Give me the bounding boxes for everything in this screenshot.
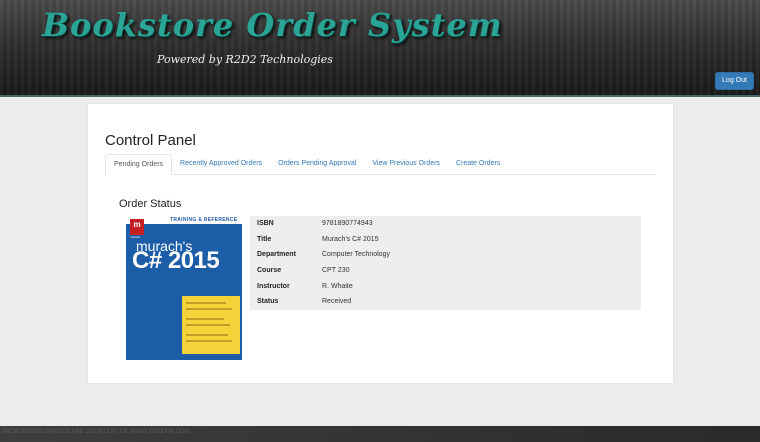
- detail-value: CPT 230: [322, 267, 350, 275]
- publisher-logo-icon: m: [130, 219, 144, 235]
- detail-label: Title: [257, 235, 272, 243]
- detail-row-isbn: ISBN 9781890774943: [250, 216, 641, 232]
- cover-text-line: [186, 302, 226, 304]
- detail-row-course: Course CPT 230: [250, 263, 641, 279]
- tab-orders-pending-approval[interactable]: Orders Pending Approval: [270, 154, 364, 174]
- detail-label: Department: [257, 251, 296, 259]
- order-details-table: ISBN 9781890774943 Title Murach's C# 201…: [250, 216, 641, 310]
- cover-text-line: [186, 308, 232, 310]
- control-panel: Control Panel Pending Orders Recently Ap…: [88, 104, 673, 383]
- detail-value: R. Whaite: [322, 282, 353, 290]
- footer-credit: BACKGROUND IMAGES ARE COURTESY OF WWW.FR…: [2, 429, 190, 435]
- cover-band-text: TRAINING & REFERENCE: [170, 217, 238, 223]
- cover-text-line: [186, 340, 232, 342]
- detail-row-title: Title Murach's C# 2015: [250, 232, 641, 248]
- detail-row-department: Department Computer Technology: [250, 247, 641, 263]
- cover-text-line: [186, 318, 224, 320]
- detail-row-instructor: Instructor R. Whaite: [250, 279, 641, 295]
- tab-recently-approved-orders[interactable]: Recently Approved Orders: [172, 154, 270, 174]
- detail-label: Status: [257, 298, 279, 306]
- order-status-heading: Order Status: [119, 198, 182, 210]
- cover-feature-box: [182, 296, 240, 354]
- footer: BACKGROUND IMAGES ARE COURTESY OF WWW.FR…: [0, 426, 760, 442]
- cover-text-line: [186, 324, 230, 326]
- page-title: Control Panel: [105, 132, 196, 149]
- detail-value: Computer Technology: [322, 251, 390, 259]
- detail-label: Course: [257, 267, 282, 275]
- cover-text-line: [186, 334, 228, 336]
- detail-value: 9781890774943: [322, 220, 373, 227]
- detail-value: Murach's C# 2015: [322, 235, 379, 243]
- detail-value: Received: [322, 298, 352, 306]
- app-logo-title: Bookstore Order System: [42, 6, 503, 44]
- tab-view-previous-orders[interactable]: View Previous Orders: [364, 154, 448, 174]
- tab-pending-orders[interactable]: Pending Orders: [105, 154, 173, 175]
- detail-row-status: Status Received: [250, 294, 641, 310]
- logout-button[interactable]: Log Out: [715, 72, 754, 90]
- tab-create-orders[interactable]: Create Orders: [448, 154, 508, 174]
- tagline: Powered by R2D2 Technologies: [157, 53, 333, 66]
- tab-bar: Pending Orders Recently Approved Orders …: [105, 154, 655, 175]
- detail-label: ISBN: [257, 220, 274, 227]
- detail-label: Instructor: [257, 282, 290, 290]
- cover-title-line2: C# 2015: [132, 247, 220, 274]
- book-cover-image: TRAINING & REFERENCE m murach murach's C…: [126, 216, 242, 360]
- header: Bookstore Order System Powered by R2D2 T…: [0, 0, 760, 97]
